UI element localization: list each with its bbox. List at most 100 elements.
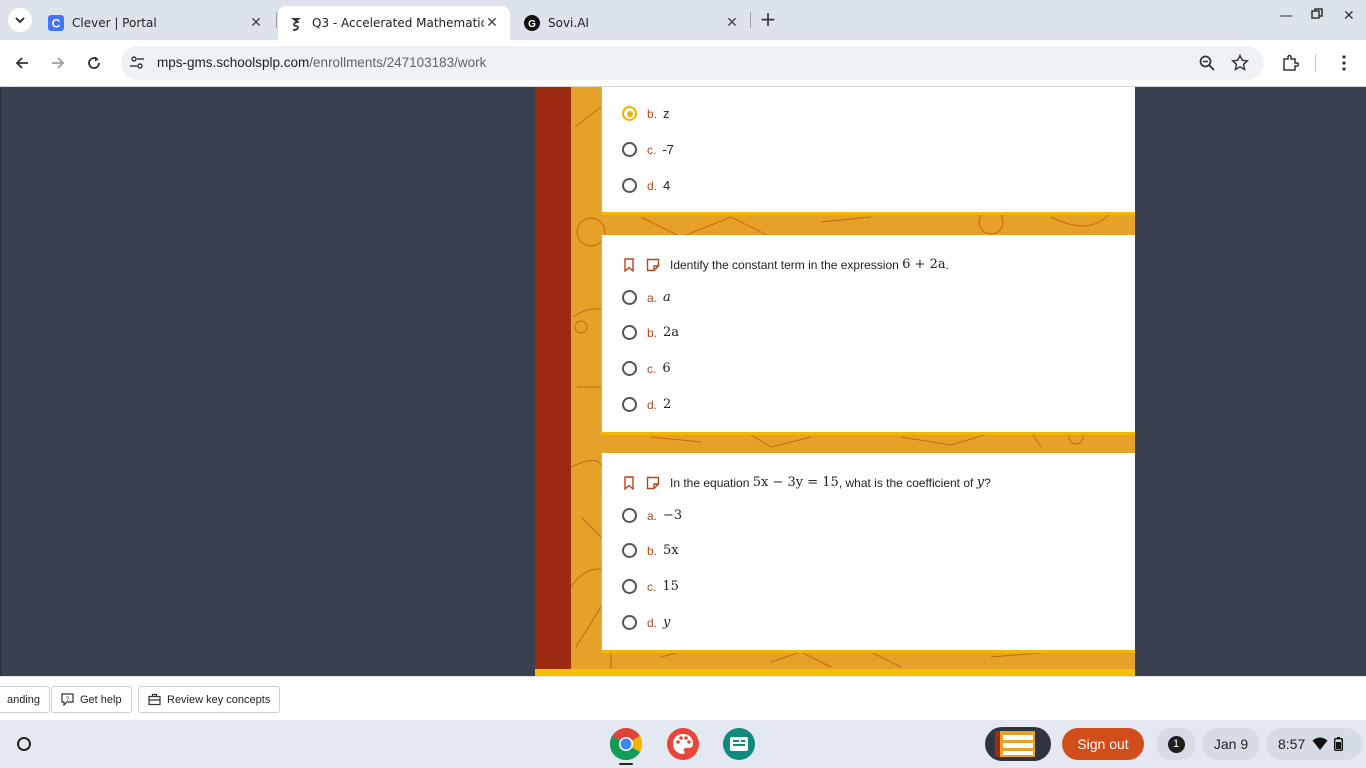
close-tab-icon[interactable]: ✕ — [248, 15, 264, 31]
tab-sovi[interactable]: G Sovi.AI ✕ — [514, 6, 750, 40]
zoom-icon[interactable] — [1198, 54, 1216, 72]
option-value: 2a — [663, 325, 680, 340]
review-key-concepts-button[interactable]: Review key concepts — [138, 686, 281, 713]
date-text: Jan 9 — [1213, 736, 1249, 752]
radio-button[interactable] — [622, 508, 637, 523]
url-path: /enrollments/247103183/work — [309, 55, 487, 70]
question-math-variable: y — [976, 475, 985, 490]
radio-button[interactable] — [622, 178, 637, 193]
option-c[interactable]: c. 15 — [622, 579, 679, 594]
close-tab-icon[interactable]: ✕ — [724, 15, 740, 31]
option-a[interactable]: a. a — [622, 290, 671, 305]
option-b[interactable]: b. 5x — [622, 543, 679, 558]
tab-divider — [276, 12, 277, 28]
get-help-button[interactable]: ? Get help — [51, 686, 132, 713]
site-settings-icon[interactable] — [129, 55, 145, 71]
sign-out-button[interactable]: Sign out — [1062, 728, 1144, 760]
chrome-icon[interactable] — [609, 727, 643, 761]
question-card-2: Identify the constant term in the expres… — [601, 235, 1135, 435]
extensions-button[interactable] — [1278, 51, 1302, 75]
option-d[interactable]: d. y — [622, 615, 670, 630]
tab-accelerated-math[interactable]: Q3 - Accelerated Mathematics ✕ — [278, 6, 510, 40]
launcher-button[interactable] — [12, 732, 36, 756]
radio-button[interactable] — [622, 615, 637, 630]
tab-title: Clever | Portal — [72, 16, 157, 30]
option-value: y — [663, 615, 671, 630]
window-preview-thumbnail[interactable] — [985, 727, 1051, 761]
content-edge — [0, 87, 1, 676]
restore-window-button[interactable] — [1311, 8, 1323, 24]
radio-button[interactable] — [622, 397, 637, 412]
bookmark-icon[interactable] — [622, 257, 636, 272]
schoolsplp-icon — [288, 15, 304, 31]
tab-search-button[interactable] — [8, 8, 32, 32]
url-host: mps-gms.schoolsplp.com — [157, 55, 310, 70]
wifi-icon — [1312, 737, 1328, 750]
tab-clever[interactable]: C Clever | Portal ✕ — [38, 6, 274, 40]
tab-title: Sovi.AI — [548, 16, 589, 30]
note-icon[interactable] — [646, 258, 660, 272]
forward-button[interactable] — [46, 51, 70, 75]
option-d[interactable]: d. 2 — [622, 397, 671, 412]
option-value: 5x — [663, 543, 679, 558]
question-math: 6 + 2a — [902, 257, 946, 272]
browser-toolbar: mps-gms.schoolsplp.com/enrollments/24710… — [0, 40, 1366, 87]
close-tab-icon[interactable]: ✕ — [484, 15, 500, 31]
svg-text:?: ? — [66, 696, 70, 703]
radio-button[interactable] — [622, 142, 637, 157]
panel-side-strip — [535, 87, 571, 676]
check-understanding-button[interactable]: anding — [0, 686, 51, 713]
os-shelf: Sign out 1 Jan 9 8:57 — [0, 720, 1366, 768]
question-card-3: In the equation 5x − 3y = 15, what is th… — [601, 453, 1135, 653]
bookmark-star-icon[interactable] — [1231, 54, 1249, 72]
radio-button[interactable] — [622, 325, 637, 340]
svg-text:G: G — [528, 19, 536, 30]
option-c[interactable]: c. 6 — [622, 361, 671, 376]
tab-strip: C Clever | Portal ✕ Q3 - Accelerated Mat… — [0, 0, 1366, 40]
page-content: b. z c. -7 d. 4 Identify the constant te… — [0, 87, 1366, 676]
option-c[interactable]: c. -7 — [622, 142, 674, 157]
option-letter: b. — [647, 106, 658, 121]
option-value: -7 — [662, 142, 674, 157]
option-letter: c. — [647, 142, 657, 157]
question-math: 5x − 3y = 15 — [752, 475, 839, 490]
radio-button[interactable] — [622, 579, 637, 594]
classroom-icon[interactable] — [722, 727, 756, 761]
option-a[interactable]: a. −3 — [622, 508, 682, 523]
lesson-footer-bar: anding ? Get help Review key concepts — [0, 676, 1366, 720]
new-tab-button[interactable]: + — [758, 9, 778, 30]
question-prompt: Identify the constant term in the expres… — [622, 257, 949, 272]
question-text: Identify the constant term in the expres… — [670, 257, 899, 272]
address-bar[interactable]: mps-gms.schoolsplp.com/enrollments/24710… — [121, 46, 1264, 80]
bookmark-icon[interactable] — [622, 475, 636, 490]
option-b[interactable]: b. z — [622, 106, 670, 121]
radio-button[interactable] — [622, 543, 637, 558]
back-button[interactable] — [10, 51, 34, 75]
paint-palette-icon[interactable] — [666, 727, 700, 761]
minimize-window-button[interactable]: — — [1279, 8, 1293, 24]
option-b[interactable]: b. 2a — [622, 325, 679, 340]
option-letter: c. — [647, 361, 657, 376]
option-value: 4 — [663, 178, 671, 193]
launcher-circle-icon — [17, 737, 31, 751]
note-icon[interactable] — [646, 476, 660, 490]
radio-button-selected[interactable] — [622, 106, 637, 121]
question-suffix: , what is the coefficient of — [838, 475, 974, 490]
option-letter: d. — [647, 178, 658, 193]
close-window-button[interactable]: ✕ — [1343, 8, 1355, 24]
tab-title: Q3 - Accelerated Mathematics — [312, 16, 484, 30]
url-text[interactable]: mps-gms.schoolsplp.com/enrollments/24710… — [157, 55, 486, 70]
notification-count: 1 — [1172, 738, 1180, 750]
status-tray[interactable]: 8:57 — [1266, 728, 1362, 760]
notification-badge: 1 — [1167, 735, 1185, 753]
reload-button[interactable] — [82, 51, 106, 75]
menu-button[interactable] — [1332, 51, 1356, 75]
option-letter: d. — [647, 615, 658, 630]
radio-button[interactable] — [622, 361, 637, 376]
date-tray[interactable]: Jan 9 — [1202, 728, 1260, 760]
radio-button[interactable] — [622, 290, 637, 305]
option-d[interactable]: d. 4 — [622, 178, 670, 193]
sovi-icon: G — [524, 15, 540, 31]
notification-tray[interactable]: 1 — [1156, 728, 1196, 760]
option-letter: a. — [647, 508, 658, 523]
